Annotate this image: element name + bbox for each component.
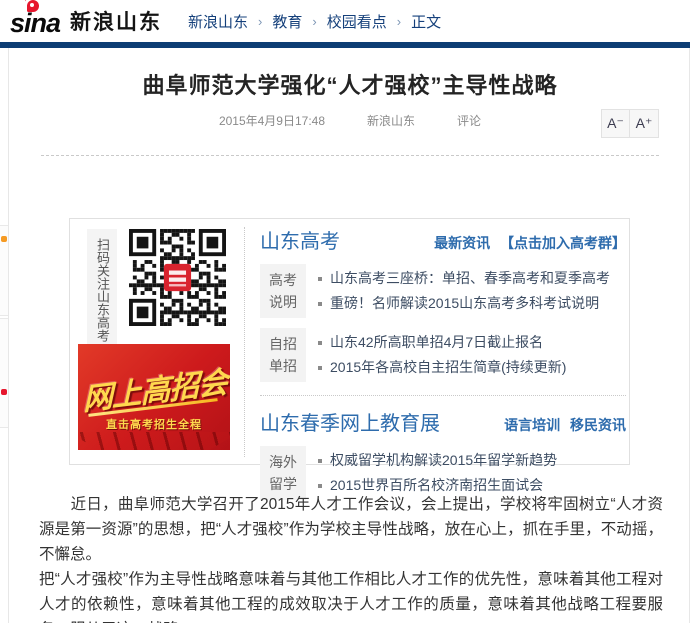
breadcrumb: 新浪山东 › 教育 › 校园看点 › 正文 [188,11,441,32]
article-body: 近日，曲阜师范大学召开了2015年人才工作会议，会上提出，学校将牢固树立“人才资… [39,492,663,623]
join-group-link[interactable]: 【点击加入高考群】 [500,235,626,251]
news-link-label: 重磅！名师解读2015山东高考多科考试说明 [330,291,599,316]
font-larger-button[interactable]: A⁺ [630,109,659,138]
breadcrumb-separator: › [312,14,316,29]
news-link[interactable]: 权威留学机构解读2015年留学新趋势 [318,448,557,473]
breadcrumb-current[interactable]: 正文 [411,11,441,32]
breadcrumb-separator: › [397,14,401,29]
site-brand: 新浪山东 [70,6,162,36]
bullet-icon [318,277,322,281]
bullet-icon [318,484,322,488]
section-title-gaokao[interactable]: 山东高考 [260,225,340,254]
section-links: 语言培训 移民资讯 [498,415,626,435]
latest-news-link[interactable]: 最新资讯 [434,235,490,251]
sina-logo[interactable]: sina 新浪山东 [10,4,162,39]
qr-code-icon [129,229,226,326]
news-link[interactable]: 重磅！名师解读2015山东高考多科考试说明 [318,291,610,316]
promo-right-pane: 山东高考 最新资讯 【点击加入高考群】 高考说明 山东高考三座桥：单招、春季高考… [260,225,626,500]
news-link[interactable]: 山东高考三座桥：单招、春季高考和夏季高考 [318,266,610,291]
bullet-icon [318,341,322,345]
section-links: 最新资讯 【点击加入高考群】 [428,233,626,253]
news-link-label: 权威留学机构解读2015年留学新趋势 [330,448,557,473]
gaozhao-banner[interactable]: 网上高招会 直击高考招生全程 [78,344,230,450]
row-items: 山东42所高职单招4月7日截止报名 2015年各高校自主招生简章(持续更新) [318,330,566,380]
row-items: 权威留学机构解读2015年留学新趋势 2015世界百所名校济南招生面试会 [318,448,557,498]
banner-title: 网上高招会 [82,357,228,419]
row-label: 高考说明 [260,264,306,318]
bullet-icon [318,459,322,463]
breadcrumb-separator: › [258,14,262,29]
section-head-expo: 山东春季网上教育展 语言培训 移民资讯 [260,407,626,436]
publish-date: 2015年4月9日17:48 [219,112,325,129]
breadcrumb-education[interactable]: 教育 [272,11,302,32]
row-items: 山东高考三座桥：单招、春季高考和夏季高考 重磅！名师解读2015山东高考多科考试… [318,266,610,316]
page-title: 曲阜师范大学强化“人才强校”主导性战略 [9,68,691,100]
news-link-label: 山东42所高职单招4月7日截止报名 [330,330,543,355]
meta-divider [41,155,659,156]
banner-subtitle: 直击高考招生全程 [78,416,230,432]
weibo-icon [1,389,7,395]
info-row-gaokao-shuoming: 高考说明 山东高考三座桥：单招、春季高考和夏季高考 重磅！名师解读2015山东高… [260,264,626,318]
breadcrumb-campus[interactable]: 校园看点 [327,11,387,32]
paragraph: 近日，曲阜师范大学召开了2015年人才工作会议，会上提出，学校将牢固树立“人才资… [39,492,663,567]
column-divider [244,227,245,457]
news-link-label: 2015年各高校自主招生简章(持续更新) [330,355,566,380]
section-divider [260,395,626,396]
sina-eye-icon [27,0,39,12]
font-size-controls: A⁻ A⁺ [601,109,659,138]
share-icon [1,236,7,242]
article-source: 新浪山东 [367,112,415,129]
section-title-expo[interactable]: 山东春季网上教育展 [260,407,440,436]
article-meta: 2015年4月9日17:48 新浪山东 评论 [9,112,691,129]
immigration-info-link[interactable]: 移民资讯 [570,417,626,433]
row-label: 自招单招 [260,328,306,382]
breadcrumb-home[interactable]: 新浪山东 [188,11,248,32]
banner-road-graphic [78,432,230,450]
news-link-label: 山东高考三座桥：单招、春季高考和夏季高考 [330,266,610,291]
sina-logo-word: sina [10,4,60,39]
gaokao-promo-box: 扫码关注山东高考 网上高招会 直击高考招生全程 山东高考 最新资讯 【点击加入高… [69,218,630,465]
qr-code-image [129,229,226,326]
news-link[interactable]: 2015年各高校自主招生简章(持续更新) [318,355,566,380]
news-link[interactable]: 山东42所高职单招4月7日截止报名 [318,330,566,355]
font-smaller-button[interactable]: A⁻ [601,109,630,138]
comment-link[interactable]: 评论 [457,112,481,129]
article-page: 曲阜师范大学强化“人才强校”主导性战略 2015年4月9日17:48 新浪山东 … [8,48,690,623]
bullet-icon [318,302,322,306]
section-head-gaokao: 山东高考 最新资讯 【点击加入高考群】 [260,225,626,254]
info-row-zizhao-danzhao: 自招单招 山东42所高职单招4月7日截止报名 2015年各高校自主招生简章(持续… [260,328,626,382]
paragraph: 把“人才强校”作为主导性战略意味着与其他工作相比人才工作的优先性，意味着其他工程… [39,567,663,623]
bullet-icon [318,366,322,370]
language-training-link[interactable]: 语言培训 [504,417,560,433]
qr-caption: 扫码关注山东高考 [87,229,117,351]
top-header: sina 新浪山东 新浪山东 › 教育 › 校园看点 › 正文 [0,0,697,42]
